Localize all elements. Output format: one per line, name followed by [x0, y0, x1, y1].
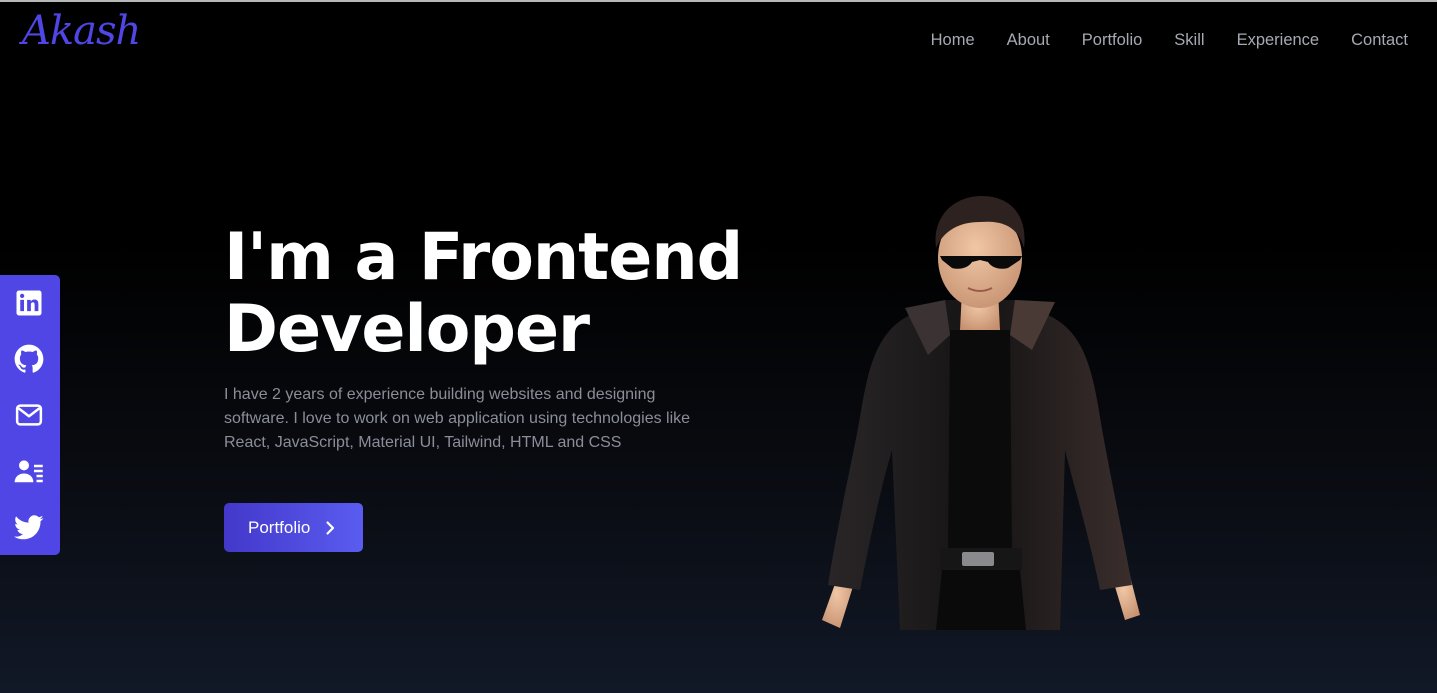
- nav-contact[interactable]: Contact: [1351, 31, 1408, 50]
- nav-experience[interactable]: Experience: [1237, 31, 1320, 50]
- hero-title-line-1: I'm a Frontend: [224, 220, 743, 295]
- avatar-illustration: [822, 196, 1140, 630]
- nav-home[interactable]: Home: [931, 31, 975, 50]
- resume-icon: [14, 460, 43, 483]
- chevron-right-icon: [326, 520, 335, 535]
- twitter-icon: [14, 515, 44, 540]
- mail-link[interactable]: [13, 399, 45, 431]
- nav-skill[interactable]: Skill: [1174, 31, 1204, 50]
- linkedin-icon: [16, 290, 42, 316]
- mail-icon: [15, 404, 43, 426]
- hero-title: I'm a Frontend Developer: [224, 222, 784, 366]
- top-border: [0, 0, 1437, 2]
- social-links-bar: [0, 275, 60, 555]
- resume-link[interactable]: [13, 455, 45, 487]
- twitter-link[interactable]: [13, 511, 45, 543]
- linkedin-link[interactable]: [13, 287, 45, 319]
- nav-about[interactable]: About: [1007, 31, 1050, 50]
- hero-title-line-2: Developer: [224, 292, 590, 367]
- github-icon: [14, 344, 44, 373]
- github-link[interactable]: [13, 343, 45, 375]
- hero-description: I have 2 years of experience building we…: [224, 386, 691, 451]
- main-nav: Home About Portfolio Skill Experience Co…: [931, 31, 1408, 50]
- portfolio-button-label: Portfolio: [248, 517, 311, 537]
- nav-portfolio[interactable]: Portfolio: [1082, 31, 1143, 50]
- portfolio-button[interactable]: Portfolio: [224, 503, 363, 552]
- logo[interactable]: Akash: [22, 8, 141, 54]
